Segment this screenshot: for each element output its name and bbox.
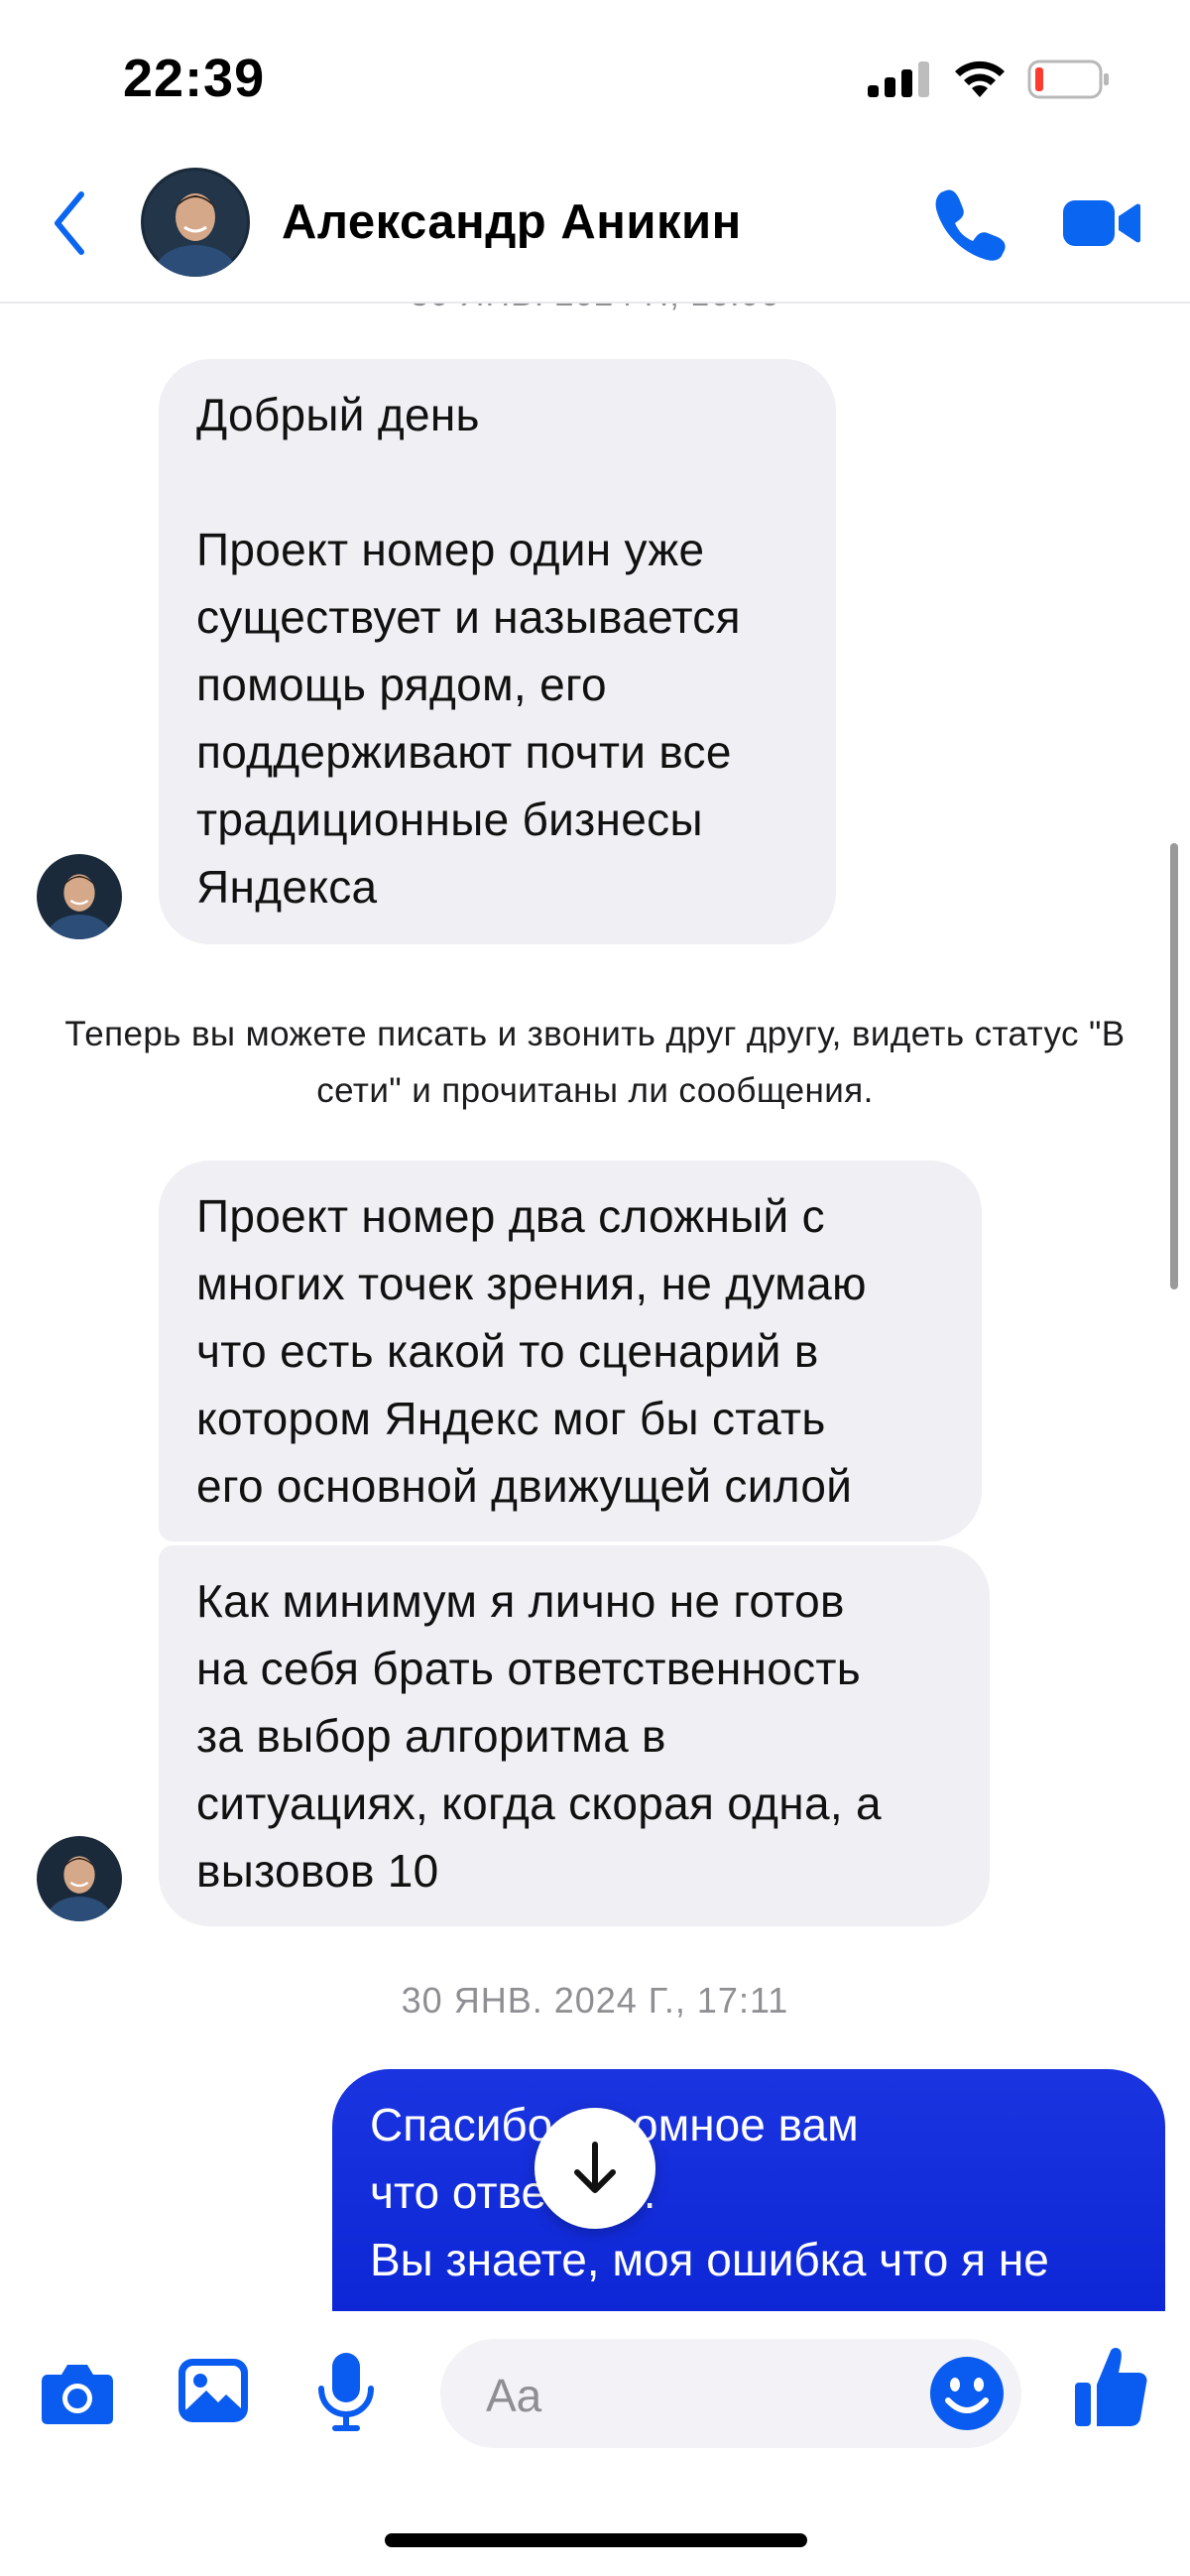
message-input[interactable]: Aa [440,2339,1021,2448]
system-notice: Теперь вы можете писать и звонить друг д… [64,1015,1126,1110]
sender-avatar[interactable] [37,854,122,939]
timestamp: 30 ЯНВ. 2024 Г., 16:06 [0,304,1190,314]
arrow-down-icon [574,2142,616,2193]
contact-name[interactable]: Александр Аникин [282,194,742,250]
cellular-signal-icon [868,61,929,97]
sender-avatar[interactable] [37,1836,122,1921]
thumbs-up-icon[interactable] [1073,2345,1148,2428]
chat-header: Александр Аникин [0,149,1190,304]
incoming-message[interactable]: Добрый день Проект номер один уже сущест… [159,359,836,944]
video-call-icon[interactable] [1061,188,1140,258]
status-time: 22:39 [123,49,266,108]
home-indicator[interactable] [385,2533,807,2547]
incoming-message[interactable]: Как минимум я лично не готов на себя бра… [159,1545,990,1926]
status-bar: 22:39 [0,0,1190,149]
phone-call-icon[interactable] [932,186,1008,262]
contact-avatar[interactable] [141,168,250,277]
back-chevron-icon[interactable] [50,188,89,258]
message-list[interactable]: 30 ЯНВ. 2024 Г., 16:06 Добрый день Проек… [0,304,1190,2327]
microphone-icon[interactable] [315,2351,377,2432]
outgoing-message[interactable]: Спасибо огромное вам что ответили. Вы зн… [332,2069,1165,2327]
scrollbar[interactable] [1170,843,1178,1289]
wifi-icon [955,61,1005,97]
battery-icon [1027,60,1109,99]
timestamp: 30 ЯНВ. 2024 Г., 17:11 [401,1980,789,2021]
message-input-placeholder: Aa [486,2370,542,2421]
emoji-icon[interactable] [928,2355,1006,2432]
camera-icon[interactable] [40,2361,115,2426]
gallery-icon[interactable] [177,2355,250,2426]
message-composer: Aa [0,2311,1190,2470]
incoming-message[interactable]: Проект номер два сложный с многих точек … [159,1161,982,1541]
scroll-to-bottom-button[interactable] [535,2108,655,2229]
